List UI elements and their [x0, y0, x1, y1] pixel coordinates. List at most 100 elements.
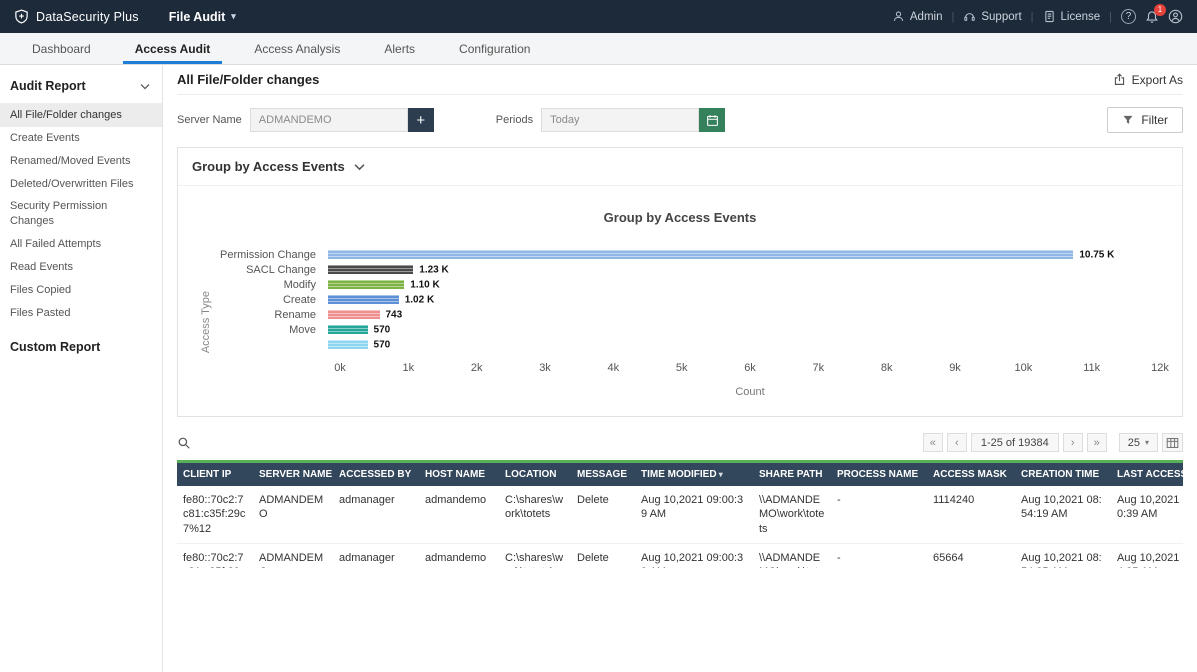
chart-bar-row: Modify 1.10 K	[216, 277, 1160, 292]
table-cell: -	[831, 486, 927, 543]
app-window: DataSecurity Plus File Audit ▾ Admin | S…	[0, 0, 1197, 672]
tab-access-audit[interactable]: Access Audit	[113, 33, 233, 64]
caret-down-icon: ▾	[231, 11, 236, 22]
chart-body: Access Type Permission Change10.75 KSACL…	[200, 247, 1160, 398]
chart-bar	[328, 310, 380, 319]
sidebar-item[interactable]: Read Events	[0, 256, 162, 279]
table-cell: -	[831, 543, 927, 568]
server-name-label: Server Name	[177, 114, 242, 126]
admin-label: Admin	[910, 11, 943, 23]
add-server-button[interactable]: +	[408, 108, 434, 132]
tab-access-analysis[interactable]: Access Analysis	[232, 33, 362, 64]
server-name-input[interactable]	[250, 108, 408, 132]
table-cell: C:\shares\work\totets\r	[499, 543, 571, 568]
pagination-range: 1-25 of 19384	[971, 433, 1059, 452]
chart-bar-value: 1.10 K	[410, 279, 439, 290]
tab-configuration[interactable]: Configuration	[437, 33, 552, 64]
page-size-select[interactable]: 25 ▾	[1119, 433, 1158, 452]
prev-page-button[interactable]: ‹	[947, 433, 967, 452]
periods-group	[541, 108, 725, 132]
server-name-group: +	[250, 108, 434, 132]
first-page-button[interactable]: «	[923, 433, 943, 452]
column-header[interactable]: ACCESSED BY	[333, 462, 419, 487]
calendar-button[interactable]	[699, 108, 725, 132]
search-icon[interactable]	[177, 436, 191, 450]
sidebar-item[interactable]: Deleted/Overwritten Files	[0, 173, 162, 196]
column-chooser-button[interactable]	[1162, 433, 1183, 452]
column-header[interactable]: CLIENT IP	[177, 462, 253, 487]
x-axis-label: Count	[340, 386, 1160, 398]
column-header[interactable]: HOST NAME	[419, 462, 499, 487]
chart-category-label: Modify	[216, 279, 328, 291]
notifications-button[interactable]: 1	[1145, 10, 1159, 24]
export-icon	[1113, 73, 1126, 86]
custom-report-header[interactable]: Custom Report	[0, 324, 162, 370]
sidebar-item[interactable]: All File/Folder changes	[0, 104, 162, 127]
admin-menu[interactable]: Admin	[892, 10, 943, 23]
column-header[interactable]: LAST ACCESS TIME	[1111, 462, 1183, 487]
chart-bar-value: 570	[374, 339, 391, 350]
table-cell: ADMANDEMO	[253, 486, 333, 543]
audit-table: CLIENT IPSERVER NAMEACCESSED BYHOST NAME…	[177, 460, 1183, 568]
chart-category-label: Permission Change	[216, 249, 328, 261]
column-header[interactable]: SERVER NAME	[253, 462, 333, 487]
periods-input[interactable]	[541, 108, 699, 132]
sidebar-item[interactable]: Security Permission Changes	[0, 195, 162, 233]
chart-bar-row: Permission Change 10.75 K	[216, 247, 1160, 262]
table-cell: admanager	[333, 543, 419, 568]
column-header[interactable]: TIME MODIFIED ▾	[635, 462, 753, 487]
column-header[interactable]: CREATION TIME	[1015, 462, 1111, 487]
sidebar-items: All File/Folder changesCreate EventsRena…	[0, 104, 162, 324]
next-page-button[interactable]: ›	[1063, 433, 1083, 452]
chart-bar-row: Rename743	[216, 307, 1160, 322]
export-as-button[interactable]: Export As	[1113, 73, 1183, 87]
group-by-label: Group by Access Events	[192, 159, 345, 174]
content-layout: Audit Report All File/Folder changesCrea…	[0, 65, 1197, 672]
brand-logo-icon	[14, 9, 29, 24]
sort-caret-icon[interactable]: ▾	[717, 470, 723, 479]
sidebar: Audit Report All File/Folder changesCrea…	[0, 65, 163, 672]
chart-bar-track: 743	[328, 310, 1160, 319]
sidebar-item[interactable]: Renamed/Moved Events	[0, 150, 162, 173]
chart-bar-value: 10.75 K	[1079, 249, 1114, 260]
column-header[interactable]: PROCESS NAME	[831, 462, 927, 487]
support-label: Support	[981, 11, 1021, 23]
sidebar-item[interactable]: Create Events	[0, 127, 162, 150]
table-toolbar: « ‹ 1-25 of 19384 › » 25 ▾	[177, 433, 1183, 452]
table-cell: Delete	[571, 486, 635, 543]
column-header[interactable]: LOCATION	[499, 462, 571, 487]
audit-report-label: Audit Report	[10, 79, 86, 93]
page-size-value: 25	[1128, 437, 1140, 449]
audit-report-header[interactable]: Audit Report	[0, 65, 162, 104]
filter-button[interactable]: Filter	[1107, 107, 1183, 133]
topbar-right: Admin | Support | License | ? 1	[892, 9, 1183, 24]
help-icon: ?	[1121, 9, 1136, 24]
table-cell: fe80::70c2:7c81:c35f:29c7%12	[177, 543, 253, 568]
license-menu[interactable]: License	[1043, 10, 1101, 23]
x-tick-label: 10k	[1014, 362, 1032, 374]
table-row[interactable]: fe80::70c2:7c81:c35f:29c7%12ADMANDEMOadm…	[177, 486, 1183, 543]
chart-bar	[328, 325, 368, 334]
table-cell: Aug 10,2021 09:00:39 AM	[635, 543, 753, 568]
column-header[interactable]: MESSAGE	[571, 462, 635, 487]
user-menu[interactable]	[1168, 9, 1183, 24]
page-title: All File/Folder changes	[177, 72, 319, 87]
sidebar-item[interactable]: Files Copied	[0, 279, 162, 302]
help-button[interactable]: ?	[1121, 9, 1136, 24]
sidebar-item[interactable]: Files Pasted	[0, 302, 162, 325]
x-tick-label: 11k	[1083, 362, 1100, 374]
sidebar-item[interactable]: All Failed Attempts	[0, 233, 162, 256]
group-by-header[interactable]: Group by Access Events	[178, 148, 1182, 186]
column-header[interactable]: SHARE PATH	[753, 462, 831, 487]
support-menu[interactable]: Support	[963, 10, 1021, 23]
table-row[interactable]: fe80::70c2:7c81:c35f:29c7%12ADMANDEMOadm…	[177, 543, 1183, 568]
module-switcher[interactable]: File Audit ▾	[169, 10, 236, 24]
last-page-button[interactable]: »	[1087, 433, 1107, 452]
chart-bar-track: 1.23 K	[328, 265, 1160, 274]
export-as-label: Export As	[1132, 73, 1183, 87]
tab-alerts[interactable]: Alerts	[362, 33, 437, 64]
column-header[interactable]: ACCESS MASK	[927, 462, 1015, 487]
tab-dashboard[interactable]: Dashboard	[10, 33, 113, 64]
admin-icon	[892, 10, 905, 23]
divider: |	[1109, 11, 1112, 23]
